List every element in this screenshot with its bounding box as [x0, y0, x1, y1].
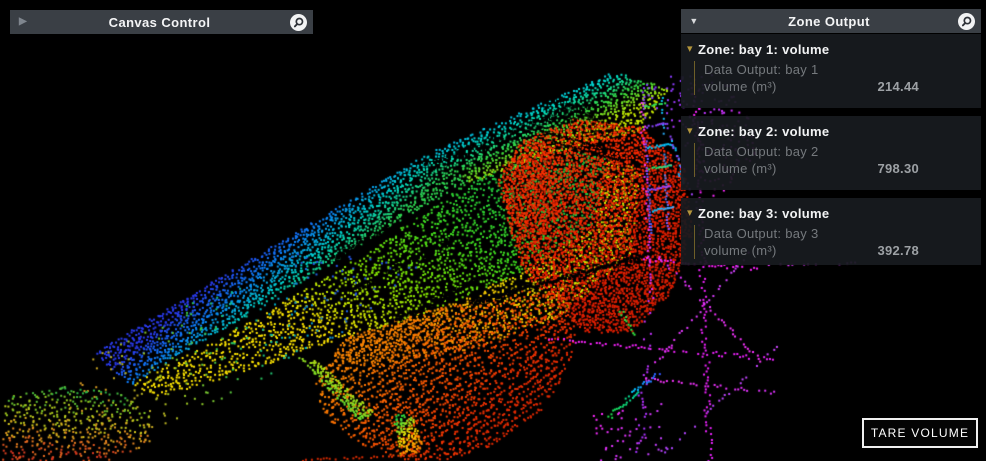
zone-metric-label: volume (m³) [704, 160, 777, 177]
zone-sub-block: Data Output: bay 2 volume (m³) 798.30 [694, 143, 981, 177]
magnifier-glyph [290, 14, 307, 31]
zone-title: Zone: bay 1: volume [698, 42, 829, 57]
collapse-marker-icon[interactable]: ▾ [687, 208, 698, 219]
zone-row-header[interactable]: ▾ Zone: bay 3: volume [687, 205, 981, 222]
canvas-control-title: Canvas Control [36, 15, 283, 30]
zone-row: ▾ Zone: bay 2: volume Data Output: bay 2… [681, 116, 981, 190]
zone-data-output: Data Output: bay 3 [704, 225, 981, 242]
zone-metric-value: 392.78 [877, 242, 981, 259]
collapse-marker-icon[interactable]: ▾ [687, 126, 698, 137]
zone-row-header[interactable]: ▾ Zone: bay 2: volume [687, 123, 981, 140]
collapse-arrow-icon[interactable]: ▼ [681, 17, 707, 26]
zone-metric-value: 798.30 [877, 160, 981, 177]
zone-row: ▾ Zone: bay 3: volume Data Output: bay 3… [681, 198, 981, 265]
zone-output-rows: ▾ Zone: bay 1: volume Data Output: bay 1… [681, 34, 981, 273]
zone-row: ▾ Zone: bay 1: volume Data Output: bay 1… [681, 34, 981, 108]
zone-metric-value: 214.44 [877, 78, 981, 95]
zone-metric-label: volume (m³) [704, 78, 777, 95]
app-root: ▶ Canvas Control ▼ Zone Output ▾ Zone: b [0, 0, 986, 461]
collapse-marker-icon[interactable]: ▾ [687, 44, 698, 55]
zone-data-output: Data Output: bay 2 [704, 143, 981, 160]
zone-metric-label: volume (m³) [704, 242, 777, 259]
canvas-control-header[interactable]: ▶ Canvas Control [10, 10, 313, 34]
zone-title: Zone: bay 3: volume [698, 206, 829, 221]
magnifier-icon[interactable] [283, 14, 313, 31]
zone-sub-block: Data Output: bay 1 volume (m³) 214.44 [694, 61, 981, 95]
zone-output-title: Zone Output [707, 14, 951, 29]
zone-row-header[interactable]: ▾ Zone: bay 1: volume [687, 41, 981, 58]
zone-data-output: Data Output: bay 1 [704, 61, 981, 78]
zone-title: Zone: bay 2: volume [698, 124, 829, 139]
magnifier-icon[interactable] [951, 13, 981, 30]
magnifier-glyph [958, 13, 975, 30]
tare-volume-button[interactable]: TARE VOLUME [862, 418, 978, 448]
zone-sub-block: Data Output: bay 3 volume (m³) 392.78 [694, 225, 981, 259]
expand-arrow-icon[interactable]: ▶ [10, 17, 36, 27]
zone-output-header[interactable]: ▼ Zone Output [681, 9, 981, 33]
